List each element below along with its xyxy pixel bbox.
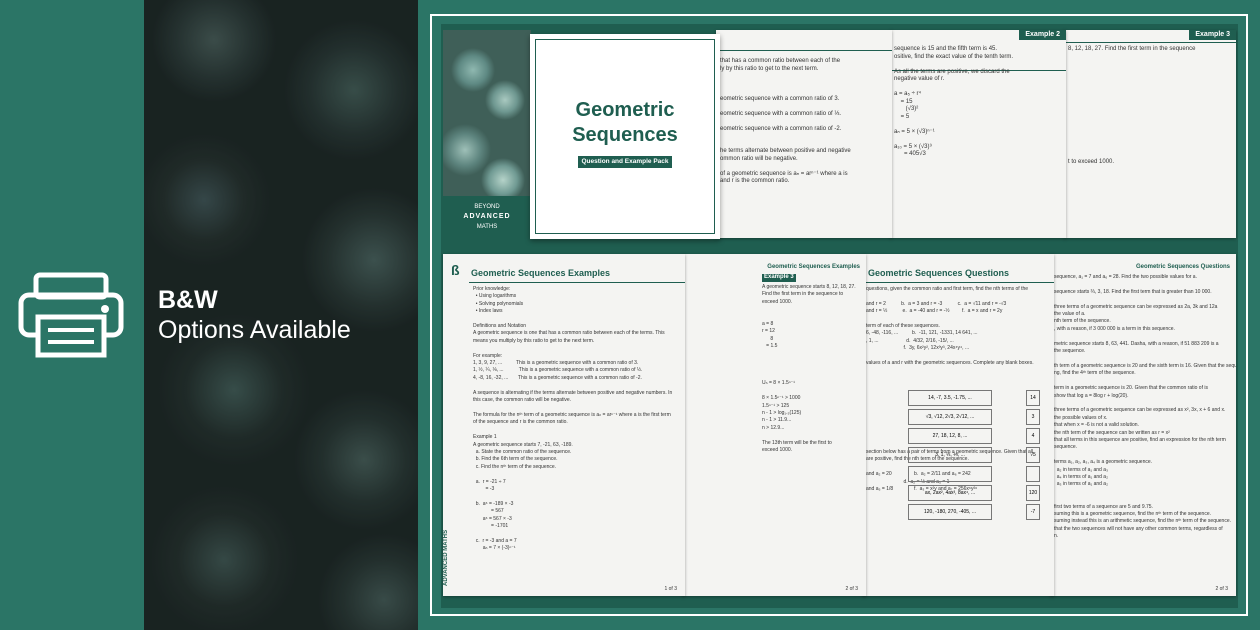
sheet-text: A geometric sequence starts 8, 12, 18, 2…	[762, 284, 856, 453]
value-box: 120	[1026, 485, 1040, 501]
sequence-box: 3, 1, ⅓, ⅑, ...	[908, 447, 992, 463]
sequence-box: 27, 18, 12, 8, ...	[908, 428, 992, 444]
page-number: 2 of 3	[845, 586, 858, 592]
value-column: 14 3 4 √5 120 -7	[1026, 390, 1040, 523]
vertical-brand: ADVANCED MATHS	[443, 529, 449, 586]
cover-title-line1: Geometric	[575, 99, 675, 121]
sequence-box: √3, √12, 2√3, 2√12, ...	[908, 409, 992, 425]
top-sheet-3: Example 3 8, 12, 18, 27. Find the first …	[1064, 30, 1236, 238]
sequence-table: 14, -7, 3.5, -1.75, ... √3, √12, 2√3, 2√…	[908, 390, 992, 523]
divider	[862, 282, 1054, 283]
examples-sheet: Geometric Sequences Examples Prior knowl…	[443, 254, 685, 596]
sheet-header: Geometric Sequences Questions	[1135, 264, 1230, 270]
sheet-header: Geometric Sequences Examples	[767, 264, 860, 270]
value-box: 14	[1026, 390, 1040, 406]
divider	[716, 50, 892, 51]
top-sheet-2: Example 2 sequence is 15 and the fifth t…	[890, 30, 1066, 238]
sheet-title: Geometric Sequences Examples	[471, 268, 611, 278]
example-3-label: Example 3	[1189, 30, 1236, 40]
bw-subheading: Options Available	[158, 316, 351, 344]
sheet-text: Prior knowledge: • Using logarithms • So…	[473, 286, 673, 552]
sheet-text: sequence, a₁ = 7 and a₆ = 28. Find the t…	[1054, 274, 1236, 540]
sheet-text: 8, 12, 18, 27. Find the first term in th…	[1068, 46, 1196, 165]
sequence-box: 14, -7, 3.5, -1.75, ...	[908, 390, 992, 406]
value-box: √5	[1026, 447, 1040, 463]
left-panel	[0, 0, 144, 630]
example-2-label: Example 2	[1019, 30, 1066, 40]
example-3-tag: Example 3	[762, 274, 796, 282]
top-sheet-1: that has a common ratio between each of …	[716, 30, 892, 238]
brand-main: ADVANCED	[463, 213, 511, 220]
sequence-box	[908, 466, 992, 482]
page-number: 1 of 3	[664, 586, 677, 592]
brand-logo: BEYOND ADVANCED MATHS	[443, 196, 531, 236]
divider	[469, 282, 685, 283]
bw-heading: B&W	[158, 286, 218, 314]
printer-icon	[18, 272, 124, 358]
b-logo-icon: ß	[451, 262, 460, 278]
sheet-text: that has a common ratio between each of …	[720, 58, 851, 184]
sequence-box: ax, 2ax², 4ax³, 8ax⁴, ...	[908, 485, 992, 501]
questions-sheet-2: Geometric Sequences Questions sequence, …	[1050, 254, 1236, 596]
divider	[1064, 42, 1236, 43]
sheet-title: Geometric Sequences Questions	[868, 268, 1010, 278]
cover-badge: Question and Example Pack	[578, 156, 672, 168]
bw-callout: B&W Options Available	[158, 286, 351, 346]
sheet-text: sequence is 15 and the fifth term is 45.…	[894, 46, 1014, 157]
brand-top: BEYOND	[474, 204, 500, 210]
page-number: 2 of 3	[1215, 586, 1228, 592]
value-box: -7	[1026, 504, 1040, 520]
cover-title: Geometric Sequences	[530, 98, 720, 148]
value-box: 4	[1026, 428, 1040, 444]
examples-sheet-2: Geometric Sequences Examples Example 3 A…	[682, 254, 866, 596]
brand-bottom: MATHS	[476, 224, 498, 230]
value-box	[1026, 466, 1040, 482]
cover-title-line2: Sequences	[572, 124, 678, 146]
sequence-box: 120, -180, 270, -405, ...	[908, 504, 992, 520]
cover-page: Geometric Sequences Question and Example…	[530, 34, 720, 239]
value-box: 3	[1026, 409, 1040, 425]
questions-sheet: Geometric Sequences Questions questions,…	[862, 254, 1054, 596]
